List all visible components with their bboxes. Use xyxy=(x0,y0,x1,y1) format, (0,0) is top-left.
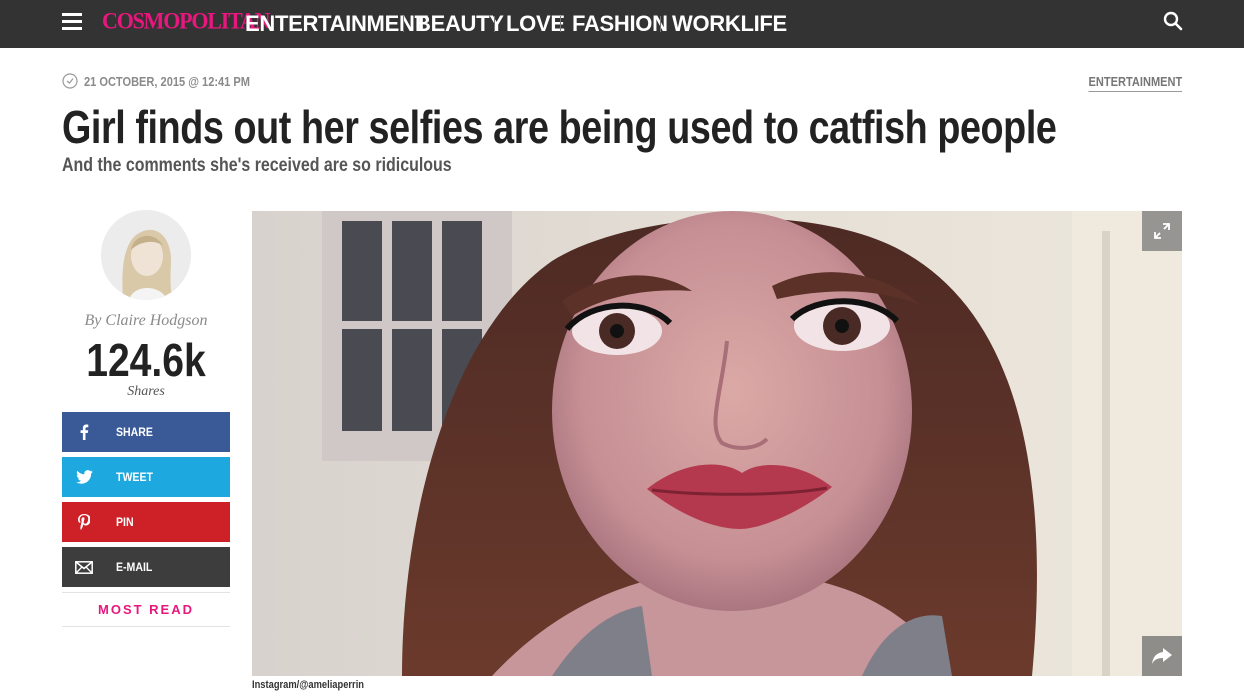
nav-slot: BEAUTY xyxy=(404,11,504,37)
article-hero-image[interactable] xyxy=(252,211,1182,676)
expand-icon xyxy=(1154,223,1170,239)
share-label: SHARE xyxy=(116,425,153,440)
article-date: 21 OCTOBER, 2015 @ 12:41 PM xyxy=(62,73,279,89)
email-label: E-MAIL xyxy=(116,560,153,575)
top-navigation-bar: COSMOPOLITAN ENTERTAINMENT BEAUTY LOVE F… xyxy=(0,0,1244,48)
search-icon[interactable] xyxy=(1163,11,1183,31)
share-count: 124.6k xyxy=(86,334,206,386)
expand-image-button[interactable] xyxy=(1142,211,1182,251)
tweet-label: TWEET xyxy=(116,470,153,485)
author-byline[interactable]: By Claire Hodgson xyxy=(62,312,230,330)
twitter-icon xyxy=(64,470,104,485)
author-photo xyxy=(101,210,191,300)
pinterest-icon xyxy=(64,514,104,531)
date-text: 21 OCTOBER, 2015 @ 12:41 PM xyxy=(84,73,250,89)
facebook-share-button[interactable]: SHARE xyxy=(62,412,230,453)
hamburger-icon[interactable] xyxy=(62,13,82,31)
author-avatar[interactable] xyxy=(101,210,191,300)
share-sidebar: By Claire Hodgson 124.6k Shares SHARE TW… xyxy=(62,210,230,628)
nav-slot: FASHION xyxy=(561,11,668,37)
twitter-share-button[interactable]: TWEET xyxy=(62,457,230,498)
shares-label: Shares xyxy=(127,384,165,400)
nav-slot: LOVE xyxy=(495,11,565,37)
nav-slot: WORKLIFE xyxy=(661,11,787,37)
clock-icon xyxy=(62,73,78,89)
article-subhead: And the comments she's received are so r… xyxy=(62,155,452,176)
primary-nav: ENTERTAINMENT BEAUTY LOVE FASHION WORKLI… xyxy=(245,0,787,48)
share-image-button[interactable] xyxy=(1142,636,1182,676)
pin-label: PIN xyxy=(116,515,134,530)
category-link[interactable]: ENTERTAINMENT xyxy=(1088,74,1182,92)
nav-link-beauty[interactable]: BEAUTY xyxy=(415,11,504,36)
pinterest-share-button[interactable]: PIN xyxy=(62,502,230,543)
most-read-link[interactable]: MOST READ xyxy=(62,592,230,628)
facebook-icon xyxy=(64,424,104,441)
nav-link-worklife[interactable]: WORKLIFE xyxy=(672,11,787,36)
email-icon xyxy=(64,560,104,574)
nav-link-love[interactable]: LOVE xyxy=(506,11,565,36)
article-headline: Girl finds out her selfies are being use… xyxy=(62,101,1057,153)
email-share-button[interactable]: E-MAIL xyxy=(62,547,230,588)
share-arrow-icon xyxy=(1152,648,1172,664)
selfie-photo xyxy=(252,211,1182,676)
nav-slot: ENTERTAINMENT xyxy=(245,11,428,37)
nav-link-fashion[interactable]: FASHION xyxy=(572,11,668,36)
image-caption: Instagram/@ameliaperrin xyxy=(252,679,365,691)
nav-link-entertainment[interactable]: ENTERTAINMENT xyxy=(245,11,428,36)
